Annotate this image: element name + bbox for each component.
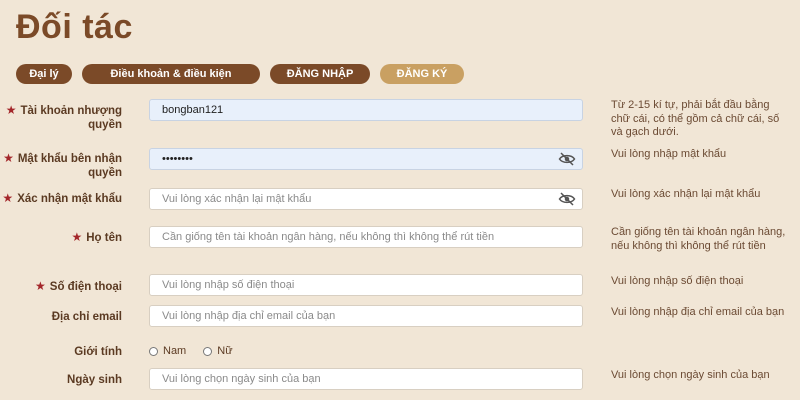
fullname-label: ★ Họ tên: [71, 230, 122, 244]
phone-field-box: [149, 274, 583, 296]
phone-hint: Vui lòng nhập số điện thoại: [611, 275, 744, 287]
star-icon: ★: [35, 279, 46, 293]
tab-register[interactable]: ĐĂNG KÝ: [380, 64, 464, 84]
password-field-box: [149, 148, 583, 170]
fullname-hint: Cần giống tên tài khoản ngân hàng, nếu k…: [611, 226, 786, 252]
tab-dai-ly[interactable]: Đại lý: [16, 64, 72, 84]
radio-icon[interactable]: [203, 346, 213, 356]
confirm-label: ★ Xác nhận mật khẩu: [2, 191, 122, 205]
page-title: Đối tác: [16, 8, 133, 46]
gender-option-nam[interactable]: Nam: [149, 345, 186, 357]
confirm-hint: Vui lòng xác nhận lại mật khẩu: [611, 188, 761, 200]
fullname-field-box: [149, 226, 583, 248]
account-field-box: [149, 99, 583, 121]
birthday-input[interactable]: [150, 369, 552, 389]
email-input[interactable]: [150, 306, 552, 326]
gender-option-nu[interactable]: Nữ: [203, 345, 233, 357]
eye-slash-icon[interactable]: [558, 152, 576, 166]
confirm-field-box: [149, 188, 583, 210]
gender-label: Giới tính: [74, 346, 122, 358]
password-label: ★ Mật khẩu bên nhận quyền: [3, 151, 122, 179]
email-field-box: [149, 305, 583, 327]
star-icon: ★: [3, 151, 14, 165]
account-label: ★ Tài khoản nhượng quyền: [5, 103, 122, 131]
fullname-input[interactable]: [150, 227, 552, 247]
email-label: Địa chỉ email: [51, 311, 122, 323]
star-icon: ★: [2, 191, 14, 205]
account-input[interactable]: [150, 100, 552, 120]
star-icon: ★: [5, 103, 17, 117]
tab-login[interactable]: ĐĂNG NHẬP: [270, 64, 370, 84]
gender-radio-group: Nam Nữ: [149, 345, 247, 359]
phone-label: ★ Số điện thoại: [35, 279, 122, 293]
email-hint: Vui lòng nhập địa chỉ email của bạn: [611, 306, 785, 318]
password-hint: Vui lòng nhập mật khẩu: [611, 148, 727, 160]
birthday-field-box: [149, 368, 583, 390]
account-hint: Từ 2-15 kí tự, phải bắt đầu bằng chữ cái…: [611, 99, 780, 138]
birthday-hint: Vui lòng chọn ngày sinh của bạn: [611, 369, 770, 381]
radio-icon[interactable]: [149, 346, 158, 356]
phone-input[interactable]: [150, 275, 552, 295]
birthday-label: Ngày sinh: [67, 374, 122, 386]
confirm-password-input[interactable]: [150, 189, 552, 209]
eye-slash-icon[interactable]: [558, 192, 576, 206]
star-icon: ★: [71, 230, 83, 244]
tab-terms[interactable]: Điều khoản & điều kiện: [82, 64, 260, 84]
password-input[interactable]: [150, 149, 552, 169]
